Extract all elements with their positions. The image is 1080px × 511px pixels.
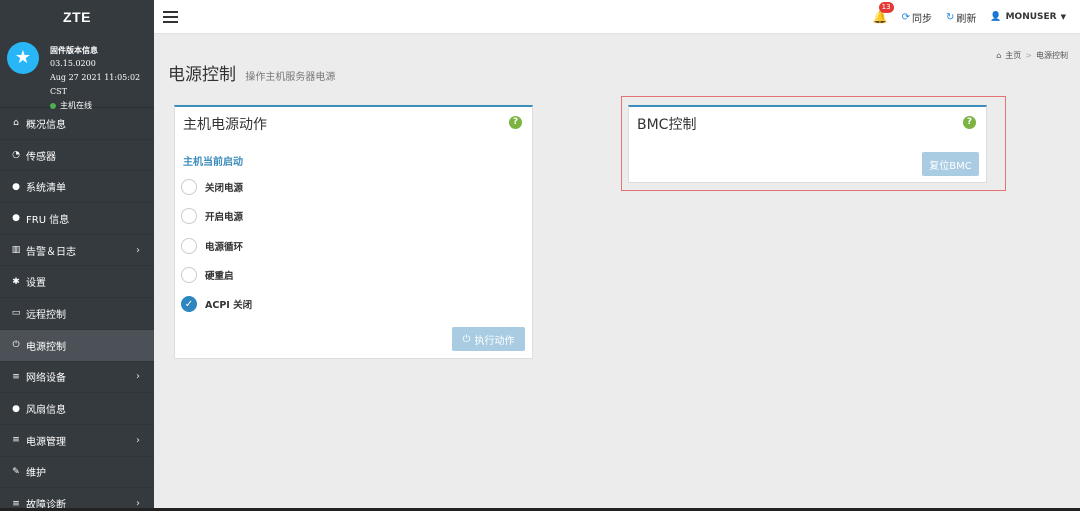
power-option-label: 开启电源 (205, 212, 244, 223)
wrench-icon: ✎ (12, 466, 20, 477)
sidebar-item-label: 电源控制 (26, 341, 66, 353)
power-option-label: ACPI 关闭 (205, 300, 253, 311)
radio-button[interactable] (181, 179, 197, 195)
refresh-button[interactable]: ↻ 刷新 (946, 10, 976, 25)
sidebar-item-0[interactable]: ⌂ 概况信息 (0, 108, 154, 140)
refresh-icon: ↻ (945, 11, 955, 23)
sidebar-item-label: 维护 (26, 468, 46, 480)
info-icon: ● (12, 403, 20, 414)
sidebar-item-9[interactable]: ● 风扇信息 (0, 393, 154, 425)
sidebar-item-4[interactable]: ▥ 告警＆日志 › (0, 235, 154, 267)
host-power-header: 主机电源动作 ? (175, 107, 532, 139)
gear-icon: ✱ (12, 276, 20, 287)
database-icon: ≡ (12, 435, 20, 446)
execute-action-button[interactable]: ⏻ 执行动作 (452, 327, 525, 351)
sidebar-item-label: 电源管理 (26, 436, 66, 448)
sidebar-item-label: 系统清单 (26, 183, 66, 195)
firmware-date: Aug 27 2021 11:05:02 CST (50, 73, 141, 96)
power-icon: ⏻ (12, 340, 20, 351)
firmware-title: 固件版本信息 (50, 45, 98, 55)
chevron-right-icon: › (136, 244, 140, 256)
sidebar-nav: ⌂ 概况信息 ◔ 传感器 ● 系统清单 ● FRU 信息 ▥ 告警＆日志 › ✱ 设置 ▭ 远程控制 ⏻ 电源控… (0, 108, 154, 511)
sidebar-item-5[interactable]: ✱ 设置 (0, 266, 154, 299)
radio-button[interactable] (181, 208, 197, 224)
radio-button[interactable] (181, 267, 197, 283)
topbar-actions: 🔔 13 ⟳ 同步 ↻ 刷新 👤 MONUSER ▼ (873, 0, 1066, 34)
topbar: 🔔 13 ⟳ 同步 ↻ 刷新 👤 MONUSER ▼ (154, 0, 1080, 34)
power-option-label: 关闭电源 (205, 183, 244, 194)
refresh-label: 刷新 (956, 13, 977, 25)
power-option-3[interactable]: 硬重启 (181, 267, 234, 283)
dashboard-icon: ◔ (12, 150, 20, 161)
sidebar-item-6[interactable]: ▭ 远程控制 (0, 298, 154, 330)
breadcrumb: ⌂ 主页 > 电源控制 (996, 50, 1068, 61)
brand-logo: ZTE (63, 9, 91, 25)
sidebar-item-label: 网络设备 (26, 373, 66, 385)
sync-label: 同步 (911, 13, 932, 25)
page-header: 电源控制 操作主机服务器电源 (168, 60, 335, 85)
chart-icon: ▥ (11, 245, 21, 256)
database-icon: ≡ (12, 371, 20, 382)
sidebar-item-label: FRU 信息 (26, 214, 70, 226)
sidebar-item-2[interactable]: ● 系统清单 (0, 171, 154, 204)
sidebar-item-label: 告警＆日志 (26, 246, 76, 258)
power-icon: ⏻ (462, 333, 471, 345)
notification-count-badge: 13 (878, 2, 894, 13)
home-icon: ⌂ (996, 51, 1002, 60)
execute-action-label: 执行动作 (474, 335, 515, 347)
power-option-2[interactable]: 电源循环 (181, 238, 243, 254)
sidebar-item-1[interactable]: ◔ 传感器 (0, 140, 154, 172)
firmware-version: 03.15.0200 (50, 59, 96, 68)
page-title: 电源控制 (168, 65, 236, 85)
sidebar-item-label: 风扇信息 (26, 405, 66, 417)
sync-icon: ⟳ (901, 11, 910, 23)
firmware-panel: ★ 固件版本信息 03.15.0200 Aug 27 2021 11:05:02… (0, 34, 154, 110)
sidebar-item-8[interactable]: ≡ 网络设备 › (0, 362, 154, 394)
user-icon: 👤 (990, 12, 1002, 22)
user-name: MONUSER (1005, 12, 1057, 22)
monitor-icon: ▭ (11, 308, 21, 319)
star-icon: ★ (7, 42, 39, 74)
sidebar: ZTE ★ 固件版本信息 03.15.0200 Aug 27 2021 11:0… (0, 0, 154, 511)
sidebar-item-label: 传感器 (26, 151, 56, 163)
main-content: 电源控制 操作主机服务器电源 ⌂ 主页 > 电源控制 主机电源动作 ? 主机当前… (154, 34, 1080, 511)
sidebar-item-label: 远程控制 (26, 309, 66, 321)
sync-button[interactable]: ⟳ 同步 (902, 10, 932, 25)
firmware-info: 固件版本信息 03.15.0200 Aug 27 2021 11:05:02 C… (50, 43, 154, 113)
sidebar-item-7[interactable]: ⏻ 电源控制 (0, 329, 154, 362)
info-icon: ● (12, 181, 20, 192)
sidebar-item-label: 概况信息 (26, 119, 66, 131)
caret-down-icon: ▼ (1060, 13, 1066, 21)
host-status-label: 主机当前启动 (183, 157, 243, 168)
power-option-0[interactable]: 关闭电源 (181, 179, 243, 195)
host-power-title: 主机电源动作 (183, 117, 267, 133)
sidebar-item-3[interactable]: ● FRU 信息 (0, 203, 154, 235)
notifications-button[interactable]: 🔔 13 (873, 2, 894, 24)
sidebar-item-11[interactable]: ✎ 维护 (0, 457, 154, 489)
help-icon[interactable]: ? (509, 116, 522, 129)
page-subtitle: 操作主机服务器电源 (245, 72, 336, 83)
breadcrumb-home[interactable]: 主页 (1005, 50, 1021, 61)
power-option-label: 电源循环 (205, 242, 244, 253)
host-power-panel: 主机电源动作 ? 主机当前启动 关闭电源 开启电源 电源循环 硬重启 ✓ ACPI 关闭 … (174, 105, 533, 359)
user-menu[interactable]: 👤 MONUSER ▼ (990, 12, 1066, 22)
breadcrumb-current: 电源控制 (1036, 51, 1068, 60)
chevron-right-icon: › (136, 434, 140, 446)
home-icon: ⌂ (13, 118, 19, 129)
highlight-box (621, 96, 1006, 191)
radio-button[interactable] (181, 238, 197, 254)
menu-toggle-icon[interactable] (163, 11, 178, 23)
info-icon: ● (12, 213, 20, 224)
sidebar-item-10[interactable]: ≡ 电源管理 › (0, 425, 154, 457)
breadcrumb-separator: > (1025, 51, 1032, 60)
sidebar-item-label: 设置 (26, 278, 46, 290)
power-option-1[interactable]: 开启电源 (181, 208, 243, 224)
chevron-right-icon: › (136, 371, 140, 383)
power-option-label: 硬重启 (205, 271, 234, 282)
power-option-4[interactable]: ✓ ACPI 关闭 (181, 296, 252, 312)
radio-button[interactable]: ✓ (181, 296, 197, 312)
